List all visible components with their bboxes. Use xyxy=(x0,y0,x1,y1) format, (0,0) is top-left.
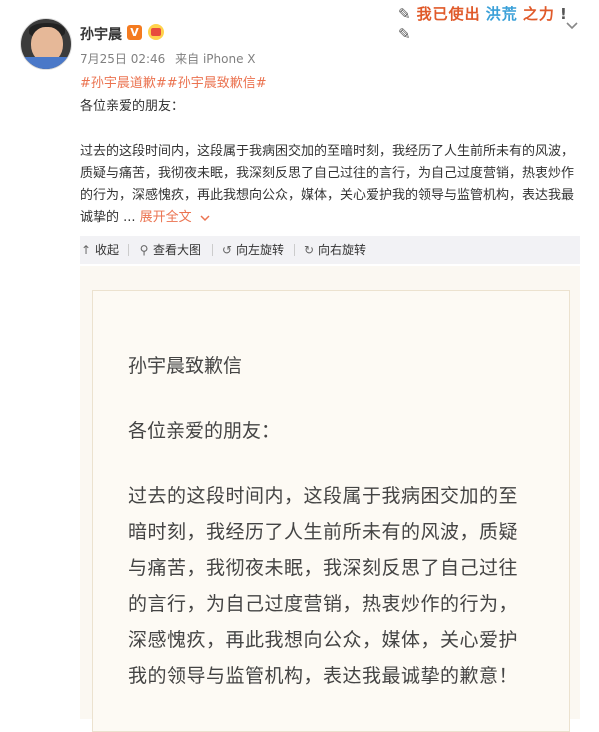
letter-line: 的言行，为自己过度营销，热衷炒作的行为， xyxy=(128,593,519,615)
weibo-post: 孙宇晨 V 7月25日 02:46 来自 iPhone X ✎ 我已使出 洪荒 … xyxy=(0,0,599,732)
chevron-down-icon[interactable] xyxy=(566,19,578,31)
letter-greeting: 各位亲爱的朋友： xyxy=(128,420,281,442)
avatar[interactable] xyxy=(20,18,72,70)
post-source: 来自 iPhone X xyxy=(175,52,256,66)
letter-line: 我的领导与监管机构，表达我最诚挚的歉意！ xyxy=(128,665,519,687)
hashtag-letter[interactable]: #孙宇晨致歉信# xyxy=(167,76,267,91)
search-icon: ⚲ xyxy=(139,243,149,257)
post-body: 过去的这段时间内，这段属于我病困交加的至暗时刻，我经历了人生前所未有的风波，质疑… xyxy=(80,141,580,229)
banner-text-3: 之力 xyxy=(522,5,555,23)
view-large-label: 查看大图 xyxy=(153,243,202,257)
banner-pencil-icon-2: ✎ xyxy=(398,25,412,43)
rotate-left-button[interactable]: ↺ 向左旋转 xyxy=(221,242,284,258)
collapse-icon: ↑ xyxy=(80,243,92,257)
expand-label: 展开全文 xyxy=(139,210,192,225)
hashtag-apology[interactable]: #孙宇晨道歉# xyxy=(80,76,167,91)
banner-text-1: 我已使出 xyxy=(416,5,481,23)
letter-line: 与痛苦，我彻夜未眠，我深刻反思了自己过往 xyxy=(128,557,519,579)
promo-banner: ✎ 我已使出 洪荒 之力 ! ✎ xyxy=(398,3,568,43)
post-date[interactable]: 7月25日 02:46 xyxy=(80,52,165,66)
rotate-right-icon: ↻ xyxy=(303,243,315,257)
user-name[interactable]: 孙宇晨 xyxy=(80,24,122,44)
post-meta: 7月25日 02:46 来自 iPhone X xyxy=(80,50,262,67)
chevron-down-icon xyxy=(200,214,210,221)
hashtags: #孙宇晨道歉##孙宇晨致歉信# xyxy=(80,72,267,91)
letter-title: 孙宇晨致歉信 xyxy=(128,355,243,377)
banner-pencil-icon: ✎ xyxy=(398,5,412,23)
toolbar-divider xyxy=(212,244,213,256)
letter-line: 过去的这段时间内，这段属于我病困交加的至 xyxy=(128,485,519,507)
toolbar-divider xyxy=(128,244,129,256)
rotate-right-label: 向右旋转 xyxy=(318,243,367,257)
vip-crown-icon[interactable] xyxy=(147,24,165,41)
rotate-left-label: 向左旋转 xyxy=(236,243,285,257)
expand-full-text-link[interactable]: 展开全文 xyxy=(140,210,210,225)
avatar-shirt xyxy=(21,57,71,69)
letter-image[interactable]: 孙宇晨致歉信 各位亲爱的朋友： 过去的这段时间内，这段属于我病困交加的至 暗时刻… xyxy=(80,266,580,732)
verified-badge-icon[interactable]: V xyxy=(127,25,142,40)
rotate-left-icon: ↺ xyxy=(221,243,233,257)
post-greeting: 各位亲爱的朋友： xyxy=(80,99,185,114)
rotate-right-button[interactable]: ↻ 向右旋转 xyxy=(303,242,366,258)
letter-line: 深感愧疚，再此我想向公众，媒体，关心爱护 xyxy=(128,629,519,651)
image-toolbar: ↑ 收起 ⚲ 查看大图 ↺ 向左旋转 ↻ 向右旋转 xyxy=(80,236,580,264)
toolbar-divider xyxy=(294,244,295,256)
letter-line: 暗时刻，我经历了人生前所未有的风波，质疑 xyxy=(128,521,519,543)
view-large-button[interactable]: ⚲ 查看大图 xyxy=(138,242,201,258)
collapse-button[interactable]: ↑ 收起 xyxy=(80,242,119,258)
letter-body: 过去的这段时间内，这段属于我病困交加的至 暗时刻，我经历了人生前所未有的风波，质… xyxy=(128,478,548,694)
collapse-label: 收起 xyxy=(95,243,120,257)
banner-text-2: 洪荒 xyxy=(485,5,518,23)
